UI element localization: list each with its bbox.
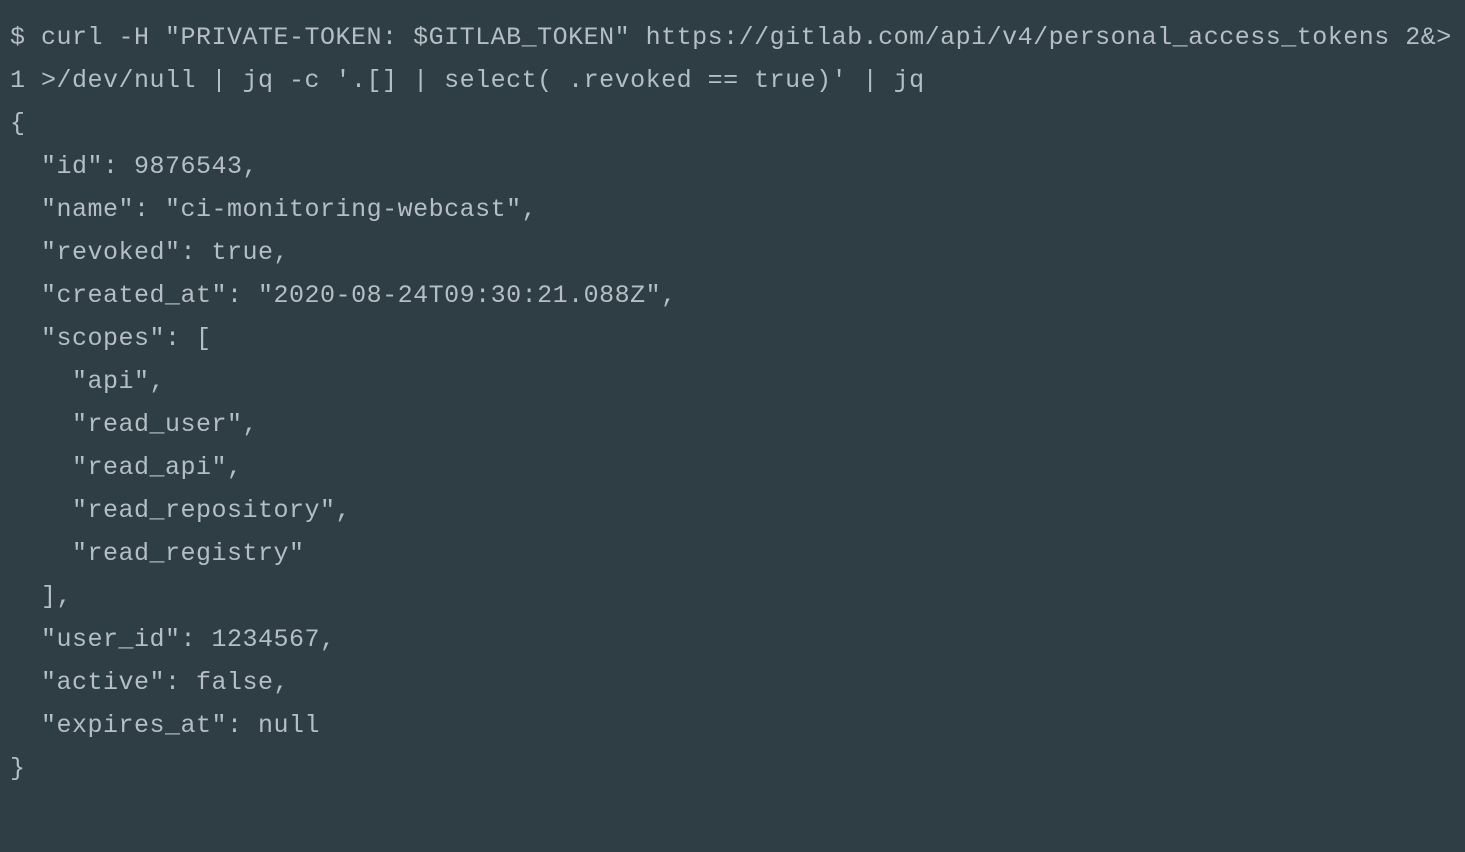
terminal-command-line: $ curl -H "PRIVATE-TOKEN: $GITLAB_TOKEN"… <box>10 23 1452 95</box>
terminal-output: $ curl -H "PRIVATE-TOKEN: $GITLAB_TOKEN"… <box>0 0 1465 800</box>
terminal-json-output: { "id": 9876543, "name": "ci-monitoring-… <box>10 109 677 783</box>
